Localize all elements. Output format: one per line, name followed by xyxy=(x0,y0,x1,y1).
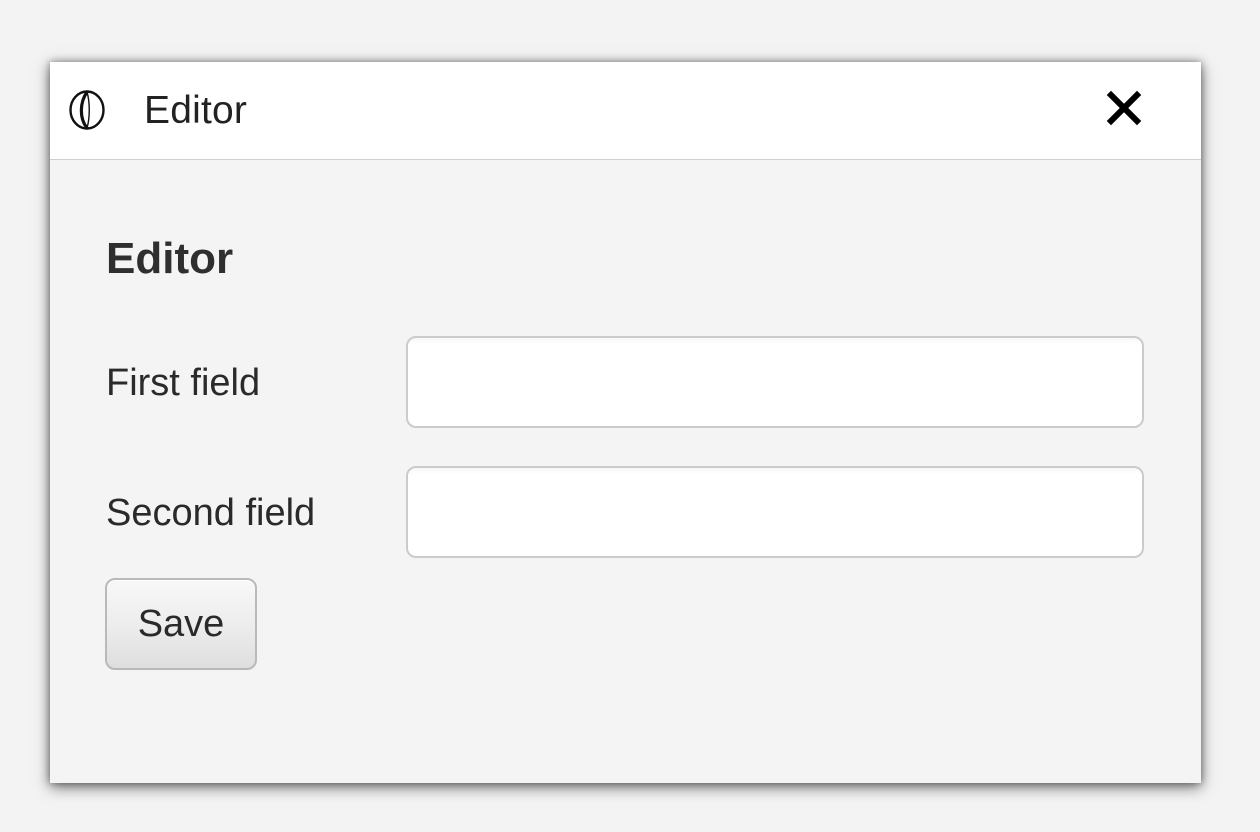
close-button[interactable] xyxy=(1098,84,1150,136)
editor-window: Editor Editor First field Second field S… xyxy=(50,62,1201,783)
form-panel: Editor First field Second field Save xyxy=(50,160,1201,783)
second-field-input[interactable] xyxy=(406,466,1144,558)
window-title: Editor xyxy=(144,89,248,132)
form-heading: Editor xyxy=(106,234,234,283)
close-icon xyxy=(1106,90,1142,131)
save-button[interactable]: Save xyxy=(105,578,257,670)
first-field-input[interactable] xyxy=(406,336,1144,428)
title-bar[interactable]: Editor xyxy=(50,62,1201,160)
first-field-label: First field xyxy=(106,362,261,404)
app-logo-icon xyxy=(67,88,107,132)
second-field-label: Second field xyxy=(106,492,316,534)
